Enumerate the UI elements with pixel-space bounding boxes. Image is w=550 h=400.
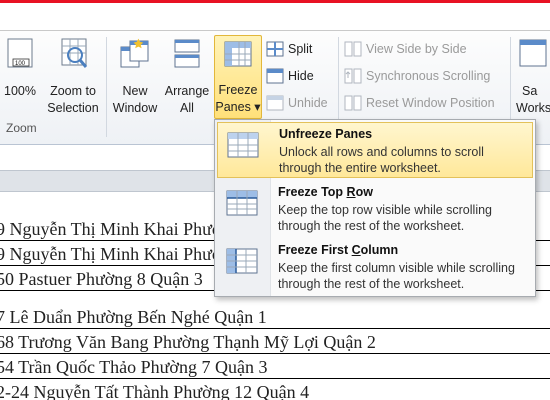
freeze-panes-label-1: Freeze (218, 83, 258, 97)
zoom-100-icon: 100 (7, 38, 33, 68)
worksheet-row[interactable]: 7 Lê Duẩn Phường Bến Nghé Quận 1 (0, 305, 550, 329)
freeze-panes-menu: Unfreeze Panes Unlock all rows and colum… (214, 119, 536, 297)
group-separator (106, 37, 107, 137)
split-button[interactable]: Split (266, 41, 312, 57)
zoom-to-selection-label-1: Zoom to (50, 84, 96, 98)
new-window-label-2: Window (112, 101, 158, 115)
freeze-top-row-description: Keep the top row visible while scrolling… (278, 203, 492, 233)
unhide-label: Unhide (288, 96, 328, 110)
reset-window-position-icon (344, 95, 362, 111)
freeze-top-row-icon (226, 190, 258, 216)
freeze-top-row-title: Freeze Top Row (278, 185, 373, 199)
worksheet-row[interactable]: 2-24 Nguyễn Tất Thành Phường 12 Quận 4 (0, 380, 550, 400)
freeze-first-column-icon (226, 248, 258, 274)
unfreeze-panes-title: Unfreeze Panes (279, 127, 373, 141)
hide-icon (266, 68, 284, 84)
arrange-all-icon (174, 39, 200, 68)
side-by-side-icon (344, 41, 362, 57)
new-window-label-1: New (122, 84, 148, 98)
menu-item-unfreeze-panes[interactable]: Unfreeze Panes Unlock all rows and colum… (217, 122, 533, 178)
zoom-100-button[interactable]: 100 100% (0, 37, 40, 100)
unfreeze-panes-icon (227, 132, 259, 158)
freeze-panes-icon (224, 41, 252, 67)
synchronous-scrolling-button[interactable]: Synchronous Scrolling (344, 68, 490, 84)
freeze-first-column-title: Freeze First Column (278, 243, 399, 257)
new-window-icon (120, 38, 149, 68)
title-bar (0, 0, 550, 31)
menu-item-freeze-top-row[interactable]: Freeze Top Row Keep the top row visible … (217, 181, 533, 237)
unhide-button[interactable]: Unhide (266, 95, 328, 111)
reset-window-position-button[interactable]: Reset Window Position (344, 95, 495, 111)
freeze-panes-label-2: Panes ▾ (215, 100, 261, 114)
split-icon (266, 41, 284, 57)
view-side-by-side-button[interactable]: View Side by Side (344, 41, 467, 57)
view-side-by-side-label: View Side by Side (366, 42, 467, 56)
save-workspace-button[interactable]: Sa Works (514, 37, 550, 117)
save-workspace-icon (519, 39, 547, 67)
zoom-to-selection-label-2: Selection (47, 101, 99, 115)
unhide-icon (266, 95, 284, 111)
save-workspace-label-1: Sa (522, 84, 538, 98)
reset-window-position-label: Reset Window Position (366, 96, 495, 110)
arrange-all-button[interactable]: Arrange All (162, 37, 212, 117)
freeze-first-column-description: Keep the first column visible while scro… (278, 261, 515, 291)
zoom-group-label: Zoom (6, 121, 37, 135)
unfreeze-panes-description: Unlock all rows and columns to scroll th… (279, 145, 484, 175)
zoom-to-selection-button[interactable]: Zoom to Selection (43, 37, 103, 117)
zoom-to-selection-icon (61, 38, 88, 68)
menu-item-freeze-first-column[interactable]: Freeze First Column Keep the first colum… (217, 239, 533, 295)
worksheet-row[interactable]: 54 Trần Quốc Thảo Phường 7 Quận 3 (0, 355, 550, 379)
synchronous-scrolling-label: Synchronous Scrolling (366, 69, 491, 83)
new-window-button[interactable]: New Window (110, 37, 160, 117)
arrange-all-label-1: Arrange (164, 84, 210, 98)
split-label: Split (288, 42, 313, 56)
synchronous-scrolling-icon (344, 68, 362, 84)
freeze-panes-button[interactable]: Freeze Panes ▾ (214, 35, 262, 119)
zoom-100-label: 100% (4, 84, 36, 98)
hide-button[interactable]: Hide (266, 68, 314, 84)
worksheet-row[interactable]: 68 Trương Văn Bang Phường Thạnh Mỹ Lợi Q… (0, 330, 550, 354)
hide-label: Hide (288, 69, 314, 83)
svg-text:100: 100 (15, 61, 26, 67)
save-workspace-label-2: Works (516, 101, 550, 115)
arrange-all-label-2: All (180, 101, 194, 115)
